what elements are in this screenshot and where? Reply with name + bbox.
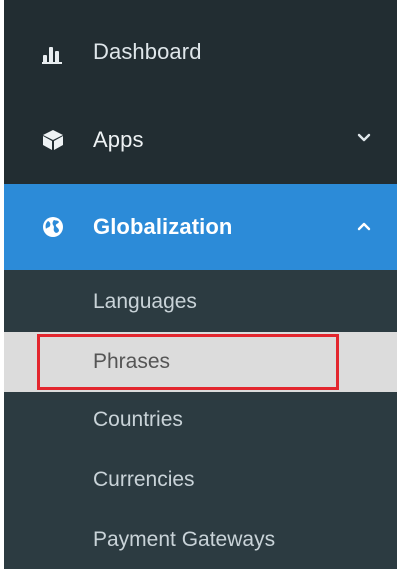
submenu-item-label: Currencies [93,468,195,491]
submenu-item-label: Phrases [93,350,171,373]
submenu-item-countries[interactable]: Countries [4,392,397,448]
submenu-item-currencies[interactable]: Currencies [4,452,397,508]
submenu-item-payment-gateways[interactable]: Payment Gateways [4,512,397,568]
globe-icon [42,216,64,238]
sidebar-item-label: Dashboard [93,39,202,64]
sidebar-nav: Dashboard Apps Globalization Languages P… [4,0,397,569]
globalization-submenu: Languages Phrases Countries Currencies P… [4,270,397,569]
sidebar-item-label: Globalization [93,214,233,239]
submenu-item-label: Countries [93,408,183,431]
chevron-up-icon[interactable] [356,218,372,234]
submenu-item-label: Languages [93,290,197,313]
submenu-item-languages[interactable]: Languages [4,274,397,330]
sidebar-item-label: Apps [93,127,144,152]
sidebar-item-dashboard[interactable]: Dashboard [4,24,397,80]
cube-icon [42,129,64,151]
sidebar-item-globalization[interactable]: Globalization [4,184,397,270]
submenu-item-label: Payment Gateways [93,528,276,551]
bar-chart-icon [42,42,64,64]
sidebar-item-apps[interactable]: Apps [4,112,397,168]
submenu-item-phrases[interactable]: Phrases [4,332,397,392]
app-frame: Dashboard Apps Globalization Languages P… [0,0,401,569]
chevron-down-icon[interactable] [356,130,372,146]
